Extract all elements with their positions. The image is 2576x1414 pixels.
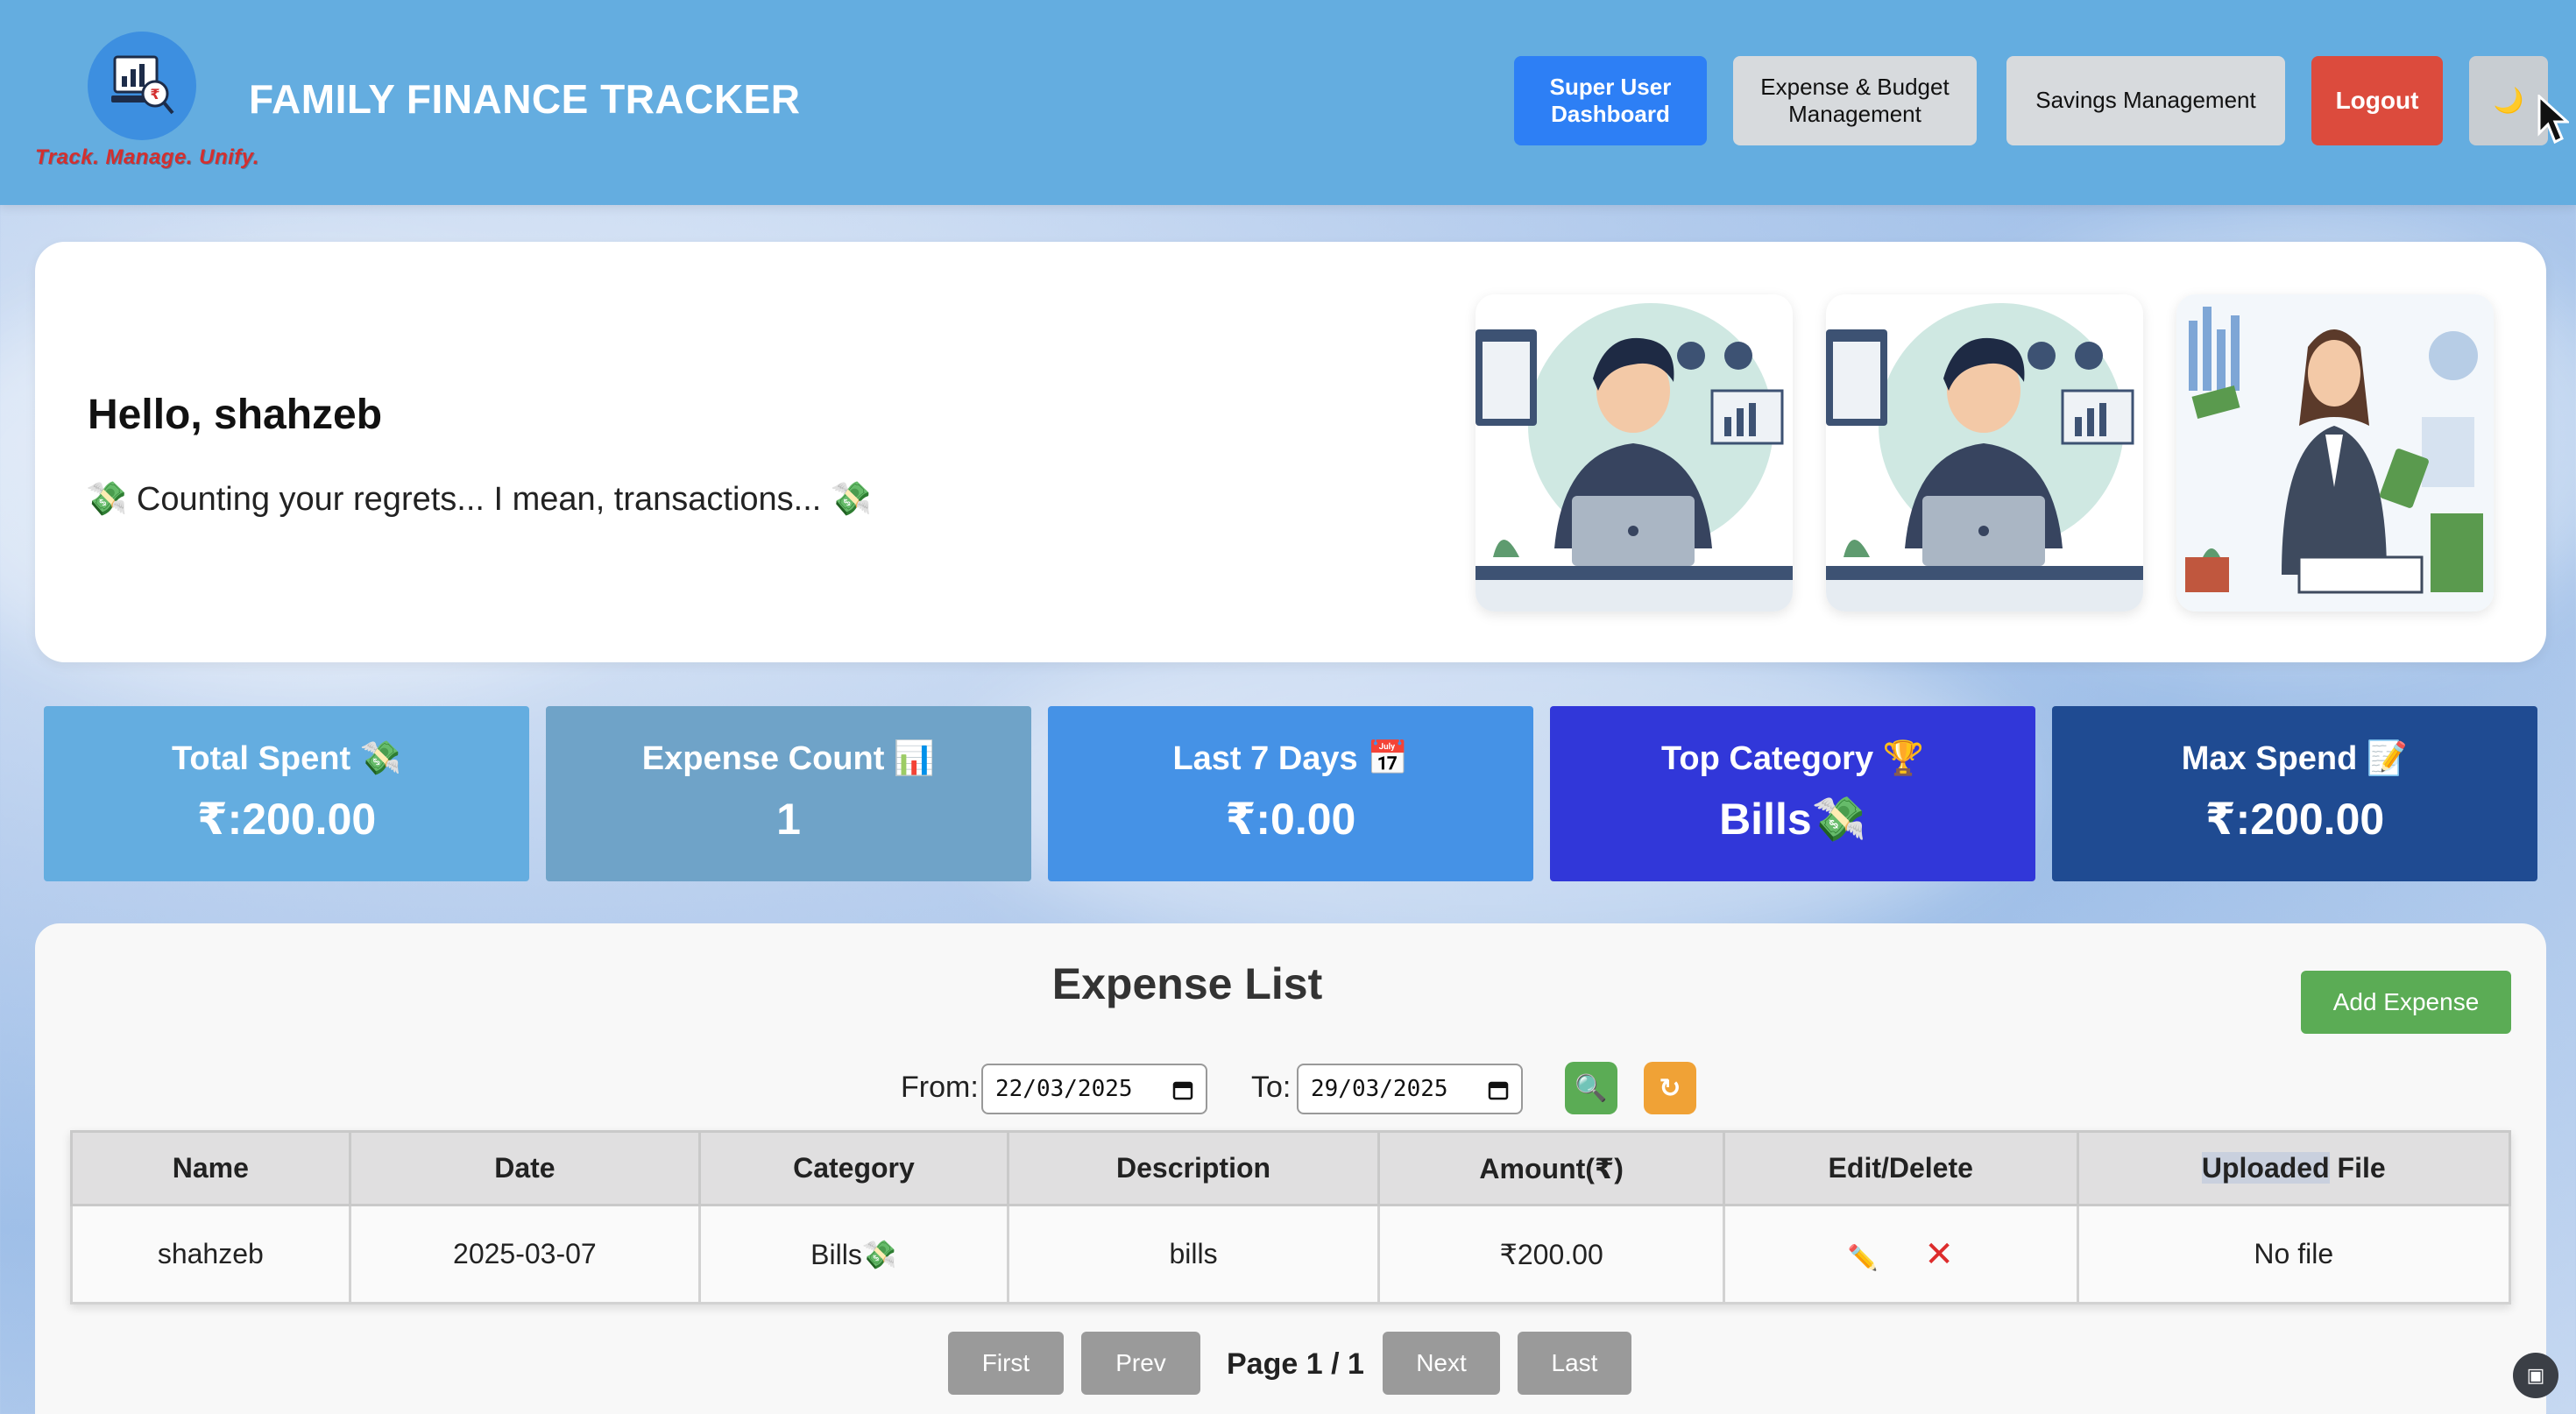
search-button[interactable]: 🔍: [1565, 1062, 1617, 1114]
illustration-woman-money: [2176, 294, 2494, 612]
theme-toggle-button[interactable]: 🌙: [2469, 56, 2548, 145]
expense-list-panel: Expense List Add Expense From: 22/03/202…: [35, 923, 2546, 1414]
cell-category: Bills💸: [698, 1204, 1009, 1304]
expense-list-title: Expense List: [1051, 959, 1323, 1008]
stat-label: Total Spent 💸: [172, 740, 401, 777]
column-header-uploaded-file: Uploaded File: [2076, 1130, 2512, 1206]
stat-max-spend: Max Spend 📝 ₹:200.00: [2052, 706, 2537, 881]
savings-management-button[interactable]: Savings Management: [2006, 56, 2285, 145]
search-icon: 🔍: [1575, 1073, 1608, 1103]
column-header-amount[interactable]: Amount(₹): [1377, 1130, 1725, 1206]
stat-expense-count: Expense Count 📊 1: [546, 706, 1031, 881]
from-date-input[interactable]: 22/03/2025: [981, 1064, 1207, 1114]
page-indicator: Page 1 / 1: [1227, 1347, 1364, 1381]
stat-label: Expense Count 📊: [641, 740, 936, 777]
cell-name: shahzeb: [70, 1204, 351, 1304]
last-page-button[interactable]: Last: [1518, 1332, 1631, 1395]
stat-label: Top Category 🏆: [1661, 740, 1924, 777]
illustration-man-laptop-1: [1476, 294, 1793, 612]
moon-icon: 🌙: [2493, 87, 2524, 115]
column-header-name[interactable]: Name: [70, 1130, 351, 1206]
stat-top-category: Top Category 🏆 Bills💸: [1550, 706, 2035, 881]
column-header-file-rest: File: [2329, 1152, 2386, 1184]
logout-button[interactable]: Logout: [2311, 56, 2443, 145]
to-date-value: 29/03/2025: [1311, 1076, 1448, 1102]
table-row: shahzeb 2025-03-07 Bills💸 bills ₹200.00 …: [70, 1204, 2512, 1304]
svg-text:₹: ₹: [150, 86, 159, 103]
app-logo: ₹: [88, 32, 196, 140]
to-date-input[interactable]: 29/03/2025: [1297, 1064, 1523, 1114]
expense-budget-management-button[interactable]: Expense & Budget Management: [1733, 56, 1977, 145]
table-header-row: Name Date Category Description Amount(₹)…: [70, 1130, 2512, 1206]
cell-date: 2025-03-07: [348, 1204, 702, 1304]
stat-value: 1: [776, 795, 801, 844]
stat-label: Last 7 Days 📅: [1172, 740, 1409, 777]
greeting-quip: 💸 Counting your regrets... I mean, trans…: [86, 481, 873, 518]
cell-actions: ✏️ ✕: [1722, 1204, 2079, 1304]
cell-description: bills: [1006, 1204, 1381, 1304]
stat-total-spent: Total Spent 💸 ₹:200.00: [44, 706, 529, 881]
from-date-value: 22/03/2025: [995, 1076, 1133, 1102]
column-header-category[interactable]: Category: [698, 1130, 1009, 1206]
screen-capture-icon[interactable]: ▣: [2513, 1353, 2558, 1398]
greeting-card: Hello, shahzeb 💸 Counting your regrets..…: [35, 242, 2546, 662]
calendar-icon[interactable]: [1172, 1079, 1193, 1100]
finance-logo-icon: ₹: [111, 55, 174, 115]
app-tagline: Track. Manage. Unify.: [35, 145, 259, 169]
column-header-edit-delete: Edit/Delete: [1722, 1130, 2079, 1206]
reset-icon: ↻: [1659, 1073, 1681, 1103]
column-header-description[interactable]: Description: [1006, 1130, 1381, 1206]
reset-button[interactable]: ↻: [1644, 1062, 1696, 1114]
top-header: ₹ Track. Manage. Unify. FAMILY FINANCE T…: [0, 0, 2576, 205]
first-page-button[interactable]: First: [948, 1332, 1064, 1395]
calendar-icon[interactable]: [1488, 1079, 1509, 1100]
stat-value: Bills💸: [1719, 795, 1866, 844]
add-expense-button[interactable]: Add Expense: [2301, 971, 2511, 1034]
from-label: From:: [901, 1071, 979, 1104]
delete-icon[interactable]: ✕: [1924, 1235, 1954, 1274]
illustration-man-laptop-2: [1826, 294, 2143, 612]
stat-value: ₹:0.00: [1225, 795, 1356, 844]
prev-page-button[interactable]: Prev: [1081, 1332, 1200, 1395]
next-page-button[interactable]: Next: [1383, 1332, 1500, 1395]
cell-amount: ₹200.00: [1377, 1204, 1725, 1304]
greeting-heading: Hello, shahzeb: [88, 392, 383, 438]
edit-icon[interactable]: ✏️: [1848, 1244, 1879, 1271]
app-title: FAMILY FINANCE TRACKER: [249, 76, 801, 122]
stat-last-7-days: Last 7 Days 📅 ₹:0.00: [1048, 706, 1533, 881]
super-user-dashboard-button[interactable]: Super User Dashboard: [1514, 56, 1707, 145]
cell-file: No file: [2076, 1204, 2512, 1304]
stat-value: ₹:200.00: [2204, 795, 2385, 844]
stat-label: Max Spend 📝: [2181, 740, 2409, 777]
to-label: To:: [1251, 1071, 1292, 1104]
mouse-cursor-icon: [2537, 95, 2569, 145]
expense-table: Name Date Category Description Amount(₹)…: [70, 1130, 2512, 1304]
column-header-date[interactable]: Date: [348, 1130, 702, 1206]
selected-text: Uploaded: [2201, 1152, 2330, 1184]
stat-value: ₹:200.00: [196, 795, 377, 844]
